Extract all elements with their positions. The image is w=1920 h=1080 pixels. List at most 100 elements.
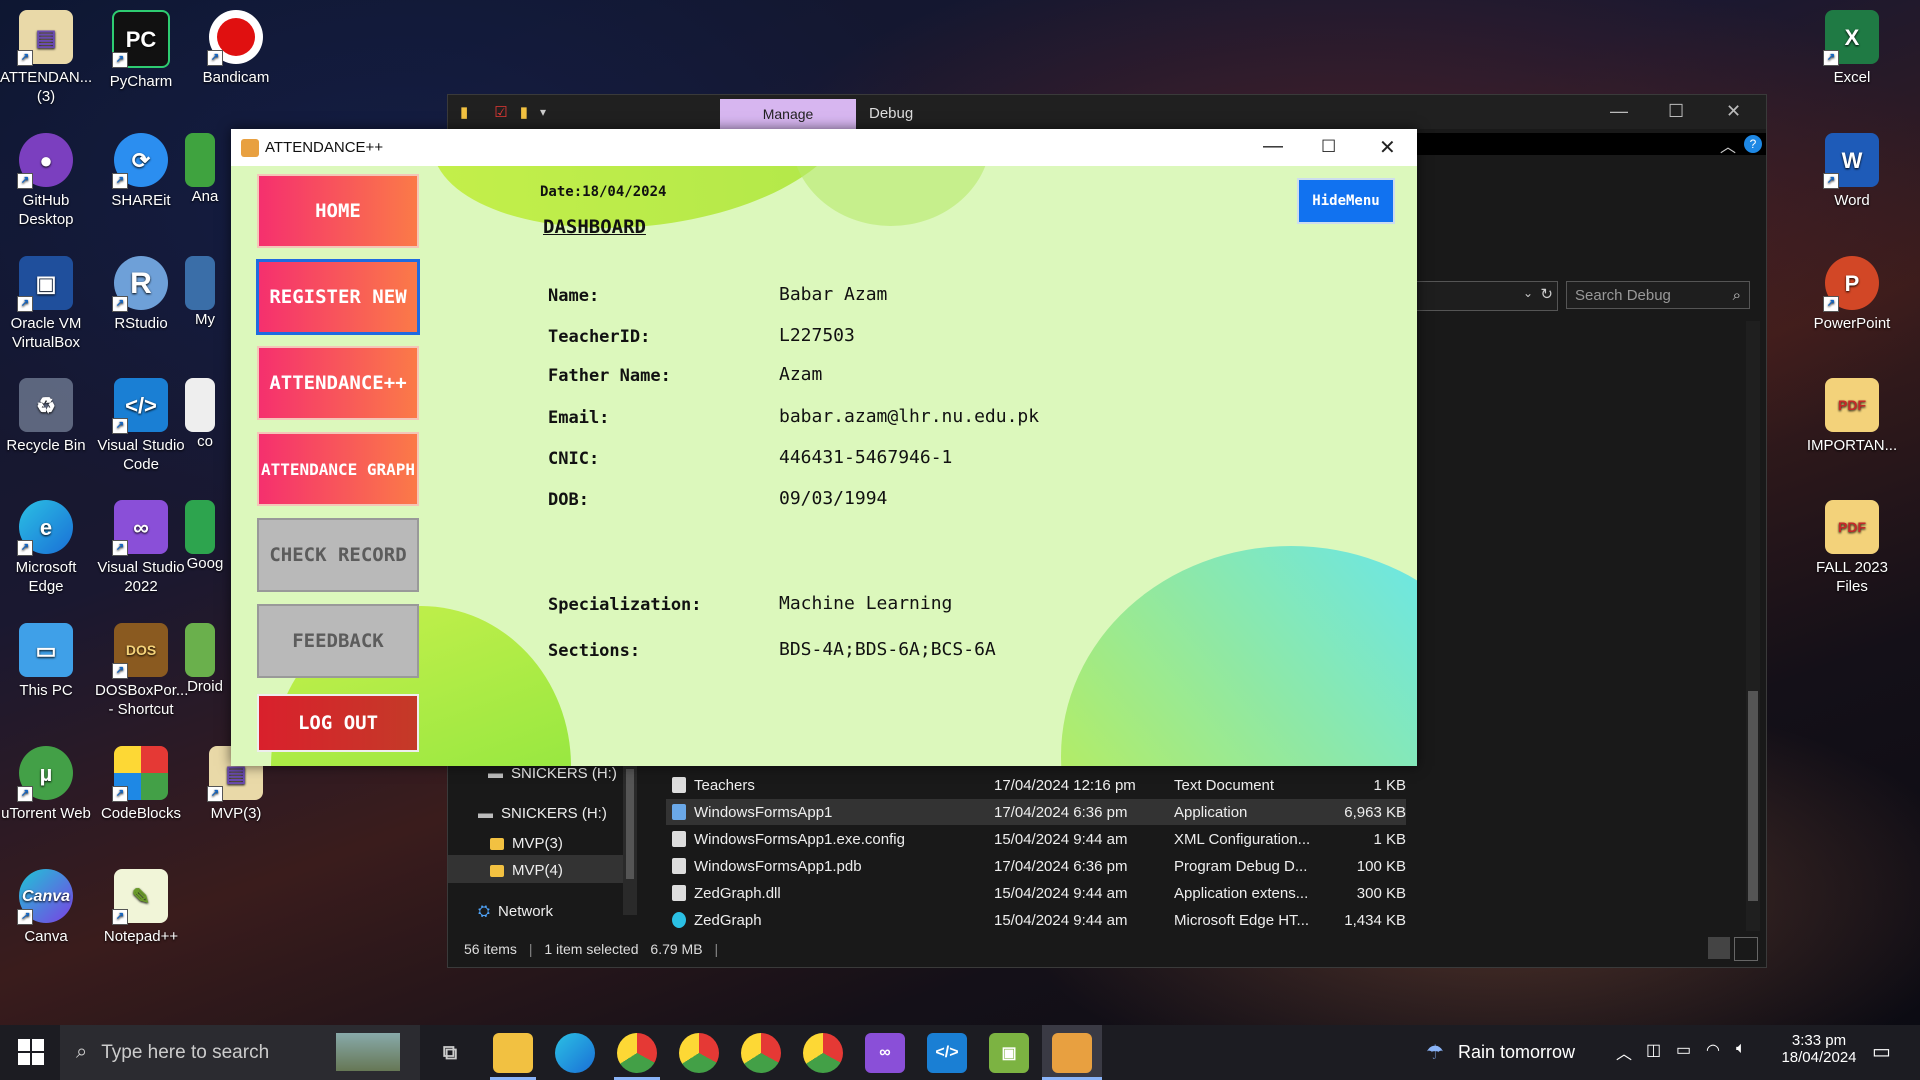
network-icon: ⛭ bbox=[478, 903, 491, 920]
desktop-icon-canva[interactable]: Canva ↗ Canva bbox=[0, 869, 92, 946]
desktop-icon-pycharm[interactable]: PC ↗ PyCharm bbox=[95, 10, 187, 91]
minimize-icon[interactable]: — bbox=[1263, 135, 1283, 158]
desktop-icon-github[interactable]: ● ↗ GitHub Desktop bbox=[0, 133, 92, 229]
desktop-icon-powerpoint[interactable]: P ↗ PowerPoint bbox=[1806, 256, 1898, 333]
scrollbar-thumb[interactable] bbox=[1748, 691, 1758, 901]
desktop-icon-codeblocks[interactable]: ↗ CodeBlocks bbox=[95, 746, 187, 823]
help-icon[interactable]: ? bbox=[1744, 135, 1762, 153]
refresh-icon[interactable]: ↻ bbox=[1540, 285, 1553, 303]
desktop-icon-this-pc[interactable]: ▭ This PC bbox=[0, 623, 92, 700]
desktop-icon-mysql[interactable]: My bbox=[185, 256, 225, 329]
desktop-icon-label: This PC bbox=[19, 682, 73, 699]
file-row[interactable]: WindowsFormsApp1.pdb 17/04/2024 6:36 pm … bbox=[666, 853, 1406, 879]
clock[interactable]: 3:33 pm 18/04/2024 bbox=[1776, 1032, 1862, 1066]
maximize-icon[interactable]: ☐ bbox=[1321, 137, 1336, 157]
desktop-icon-label: Bandicam bbox=[202, 69, 270, 86]
file-type: Application bbox=[1174, 803, 1248, 821]
file-row[interactable]: WindowsFormsApp1.exe.config 15/04/2024 9… bbox=[666, 826, 1406, 852]
desktop-icon-shareit[interactable]: ⟳ ↗ SHAREit bbox=[95, 133, 187, 210]
chevron-up-icon[interactable]: ︿ bbox=[1720, 133, 1736, 157]
close-icon[interactable]: ✕ bbox=[1726, 101, 1741, 122]
nav-scrollbar[interactable] bbox=[623, 765, 637, 915]
register-new-button[interactable]: REGISTER NEW bbox=[256, 259, 420, 335]
desktop-icon-google[interactable]: Goog bbox=[185, 500, 225, 573]
desktop-icon-anaconda[interactable]: Ana bbox=[185, 133, 225, 206]
start-button[interactable] bbox=[18, 1039, 44, 1065]
visual-studio-taskbar-icon[interactable]: ∞ bbox=[865, 1033, 905, 1073]
details-view-icon[interactable] bbox=[1708, 937, 1730, 959]
wifi-icon[interactable]: ◠ bbox=[1706, 1040, 1720, 1060]
desktop-icon-rstudio[interactable]: R ↗ RStudio bbox=[95, 256, 187, 333]
nav-item-snickers-1[interactable]: ▬ SNICKERS (H:) bbox=[488, 765, 617, 782]
maximize-icon[interactable]: ☐ bbox=[1668, 101, 1684, 122]
desktop-icon-fall2023[interactable]: PDF FALL 2023 Files bbox=[1806, 500, 1898, 596]
tab-debug[interactable]: Debug bbox=[869, 105, 913, 122]
weather-text[interactable]: Rain tomorrow bbox=[1458, 1042, 1575, 1063]
github-icon: ● ↗ bbox=[17, 133, 73, 189]
nav-item-network[interactable]: ⛭ Network bbox=[478, 903, 553, 920]
taskbar-search-input[interactable]: ⌕ Type here to search bbox=[60, 1025, 420, 1080]
volume-icon[interactable]: 🔈︎ bbox=[1736, 1040, 1746, 1058]
desktop-icon-notepadpp[interactable]: ✎ ↗ Notepad++ bbox=[95, 869, 187, 946]
attendance-taskbar-slot[interactable] bbox=[1042, 1025, 1102, 1080]
logout-button[interactable]: LOG OUT bbox=[257, 694, 419, 752]
file-row[interactable]: WindowsFormsApp1 17/04/2024 6:36 pm Appl… bbox=[666, 799, 1406, 825]
desktop-icon-droid[interactable]: Droid bbox=[185, 623, 225, 696]
feedback-button[interactable]: FEEDBACK bbox=[257, 604, 419, 678]
chevron-up-icon[interactable]: ︿ bbox=[1616, 1040, 1632, 1064]
edge-taskbar-icon[interactable] bbox=[555, 1033, 595, 1073]
desktop-icon-dosbox[interactable]: DOS ↗ DOSBoxPor... - Shortcut bbox=[95, 623, 188, 719]
large-icons-view-icon[interactable] bbox=[1734, 937, 1758, 961]
notification-icon[interactable]: ▭ bbox=[1872, 1039, 1891, 1064]
chrome-taskbar-icon[interactable] bbox=[617, 1033, 657, 1073]
file-row[interactable]: Teachers 17/04/2024 12:16 pm Text Docume… bbox=[666, 772, 1406, 798]
desktop-icon-vscode[interactable]: </> ↗ Visual Studio Code bbox=[95, 378, 187, 474]
chrome-taskbar-icon[interactable] bbox=[679, 1033, 719, 1073]
minimize-icon[interactable]: — bbox=[1610, 101, 1628, 122]
nav-item-snickers-2[interactable]: ▬ SNICKERS (H:) bbox=[478, 805, 607, 822]
file-list-scrollbar[interactable] bbox=[1746, 321, 1760, 931]
file-row[interactable]: ZedGraph 15/04/2024 9:44 am Microsoft Ed… bbox=[666, 907, 1406, 933]
quick-access-folder-icon[interactable]: ▮ bbox=[460, 103, 468, 121]
vscode-taskbar-icon[interactable]: </> bbox=[927, 1033, 967, 1073]
new-folder-icon[interactable]: ▮ bbox=[520, 103, 528, 121]
hide-menu-button[interactable]: HideMenu bbox=[1297, 178, 1395, 224]
desktop-icon-edge[interactable]: e ↗ Microsoft Edge bbox=[0, 500, 92, 596]
chrome-taskbar-icon[interactable] bbox=[741, 1033, 781, 1073]
battery-icon[interactable]: ▭ bbox=[1676, 1040, 1691, 1060]
file-size: 1 KB bbox=[1373, 776, 1406, 794]
desktop-icon-attendance[interactable]: ▤ ↗ ATTENDAN... (3) bbox=[0, 10, 92, 106]
customize-toolbar-icon[interactable]: ▾ bbox=[540, 105, 546, 119]
android-taskbar-icon[interactable]: ▣ bbox=[989, 1033, 1029, 1073]
attendance-button[interactable]: ATTENDANCE++ bbox=[257, 346, 419, 420]
chevron-down-icon[interactable]: ⌄ bbox=[1523, 286, 1533, 300]
chrome-taskbar-icon[interactable] bbox=[803, 1033, 843, 1073]
weather-icon[interactable]: ☂ bbox=[1426, 1040, 1444, 1065]
task-view-icon[interactable]: ⧉ bbox=[430, 1033, 470, 1073]
desktop-icon-word[interactable]: W ↗ Word bbox=[1806, 133, 1898, 210]
file-explorer-taskbar-icon[interactable] bbox=[493, 1033, 533, 1073]
close-icon[interactable]: ✕ bbox=[1379, 135, 1396, 160]
meet-now-icon[interactable]: ◫ bbox=[1646, 1040, 1661, 1060]
desktop-icon-recycle-bin[interactable]: ♻ Recycle Bin bbox=[0, 378, 92, 455]
desktop-icon-visual-studio[interactable]: ∞ ↗ Visual Studio 2022 bbox=[95, 500, 187, 596]
shareit-icon: ⟳ ↗ bbox=[112, 133, 168, 189]
home-button[interactable]: HOME bbox=[257, 174, 419, 248]
desktop-icon-document[interactable]: co bbox=[185, 378, 225, 451]
check-record-button[interactable]: CHECK RECORD bbox=[257, 518, 419, 592]
scrollbar-thumb[interactable] bbox=[626, 769, 634, 879]
decorative-blob bbox=[1061, 546, 1417, 766]
file-size: 1 KB bbox=[1373, 830, 1406, 848]
desktop-icon-utorrent[interactable]: µ ↗ uTorrent Web bbox=[0, 746, 92, 823]
nav-item-mvp3[interactable]: MVP(3) bbox=[490, 835, 563, 852]
properties-icon[interactable]: ☑ bbox=[494, 103, 507, 121]
desktop-icon-bandicam[interactable]: ↗ Bandicam bbox=[190, 10, 282, 87]
attendance-graph-button[interactable]: ATTENDANCE GRAPH bbox=[257, 432, 419, 506]
desktop-icon-excel[interactable]: X ↗ Excel bbox=[1806, 10, 1898, 87]
search-input[interactable]: Search Debug ⌕ bbox=[1566, 281, 1750, 309]
nav-item-mvp4[interactable]: MVP(4) bbox=[490, 862, 563, 879]
desktop-icon-virtualbox[interactable]: ▣ ↗ Oracle VM VirtualBox bbox=[0, 256, 92, 352]
tab-manage[interactable]: Manage bbox=[720, 99, 856, 129]
file-row[interactable]: ZedGraph.dll 15/04/2024 9:44 am Applicat… bbox=[666, 880, 1406, 906]
desktop-icon-important[interactable]: PDF IMPORTAN... bbox=[1806, 378, 1898, 455]
